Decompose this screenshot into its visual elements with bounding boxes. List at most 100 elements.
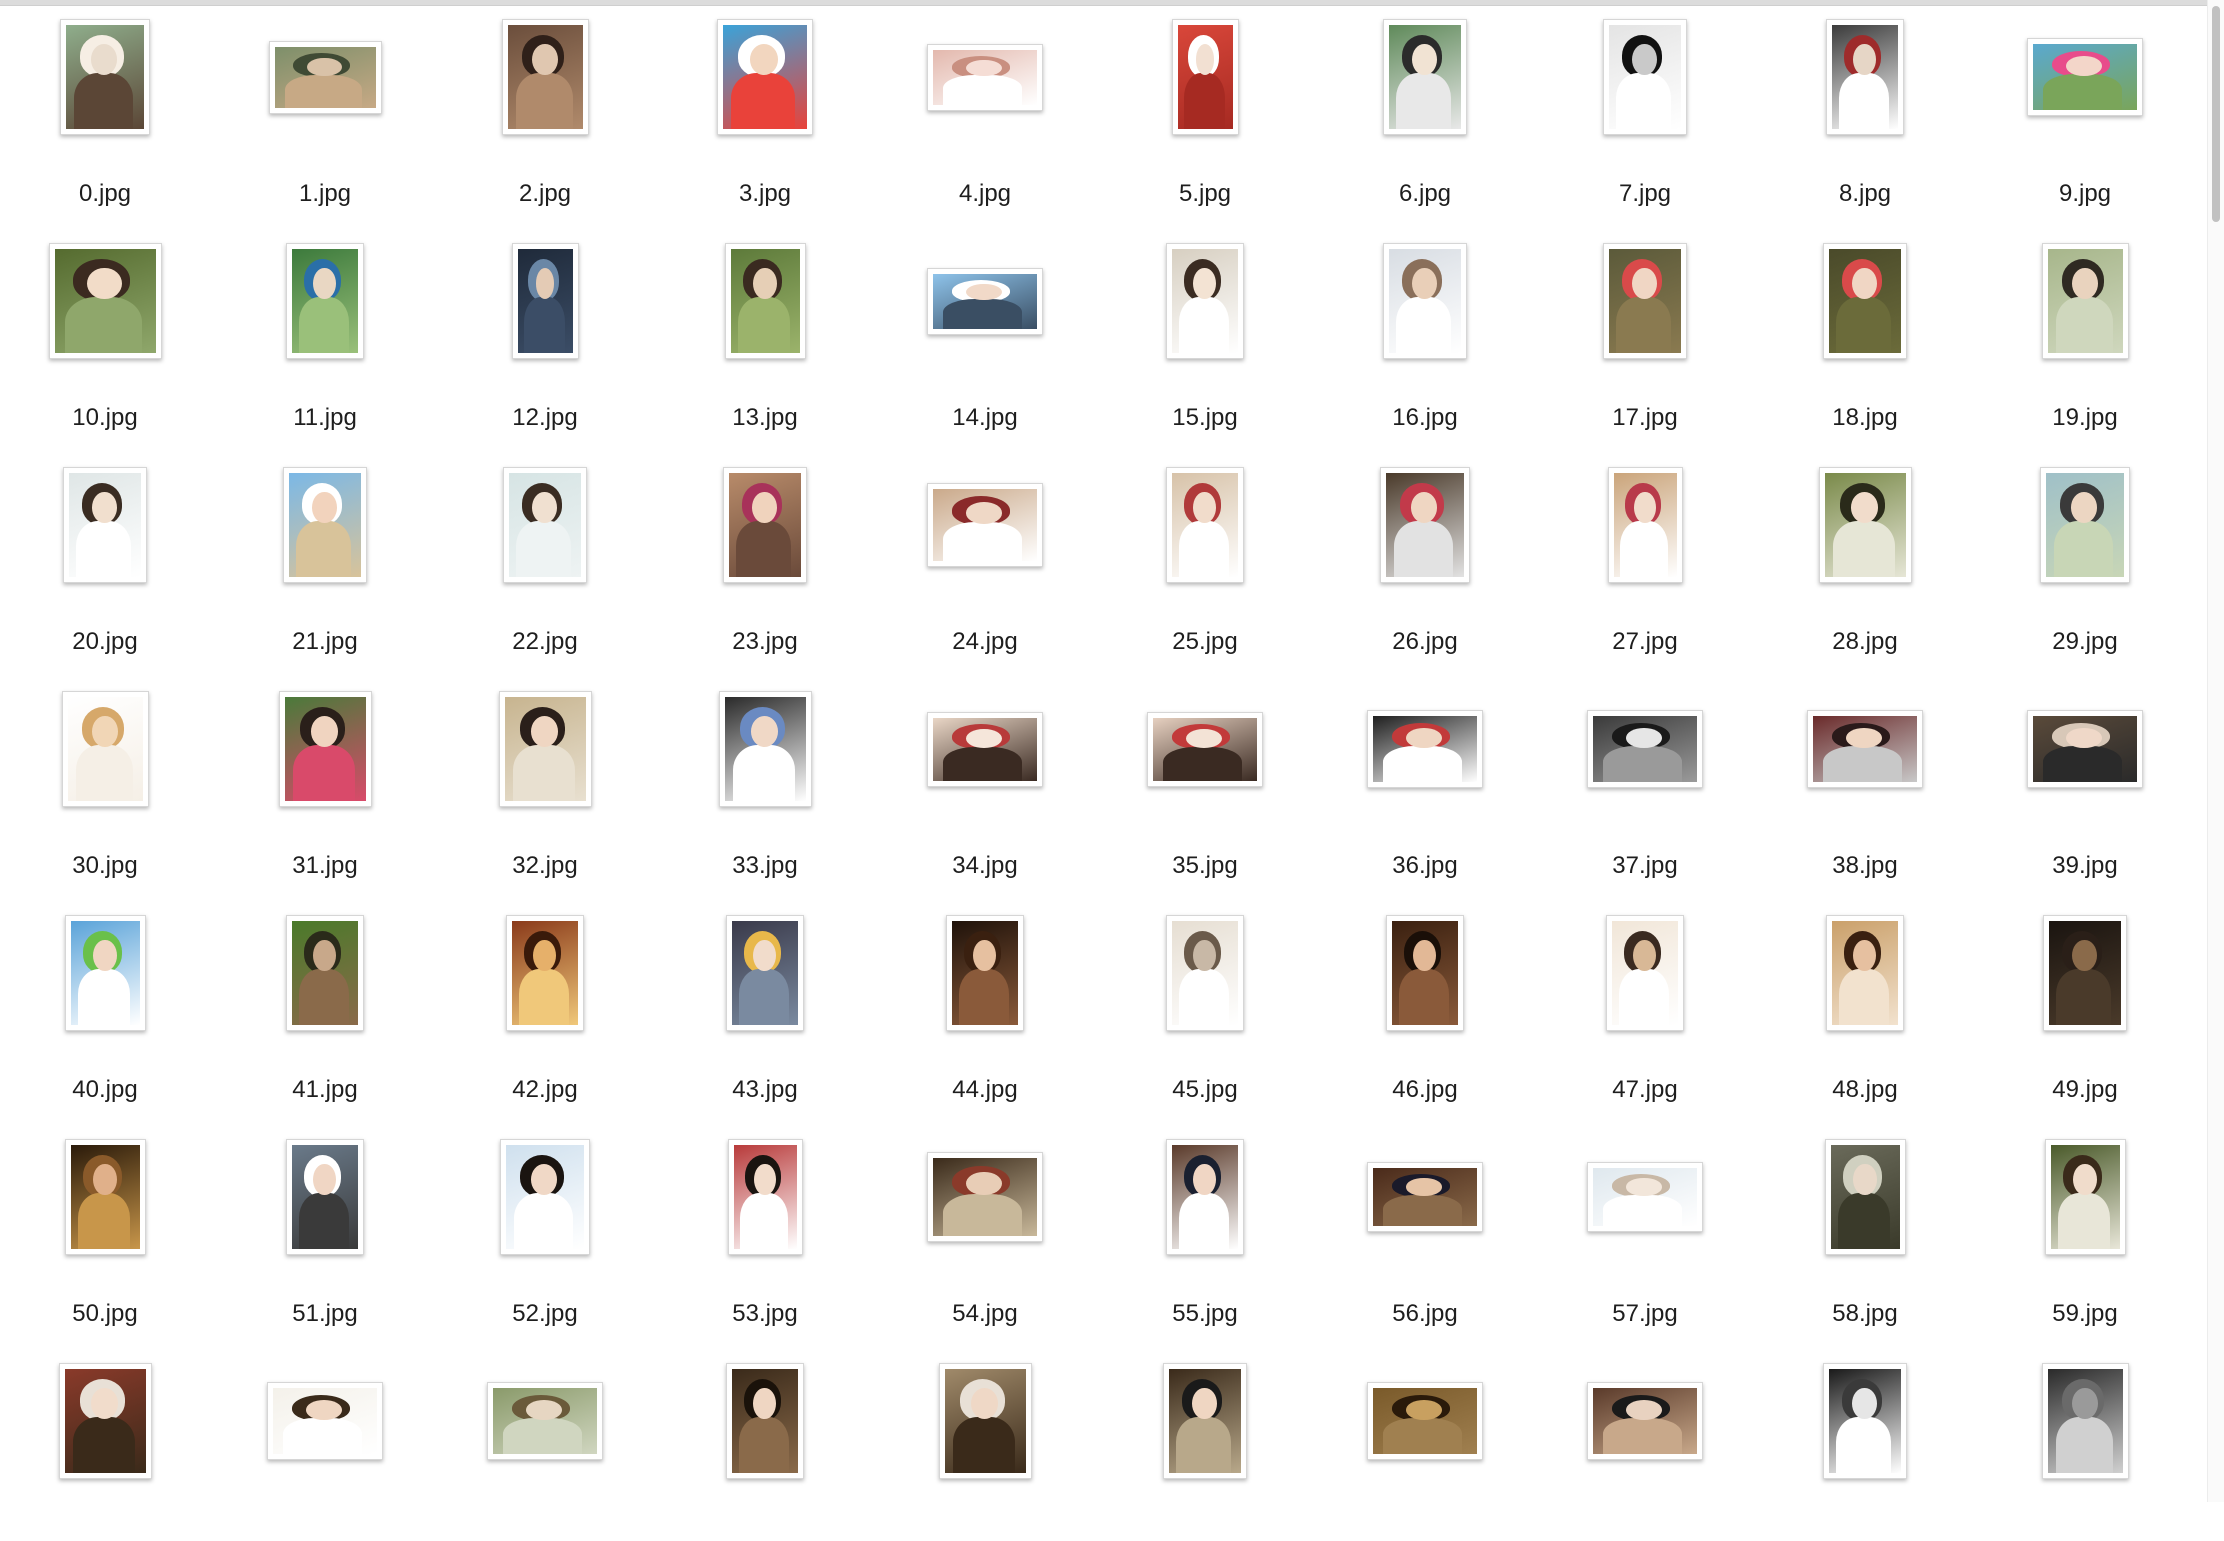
file-thumbnail[interactable] (1823, 1363, 1907, 1479)
file-thumbnail[interactable] (1603, 243, 1687, 359)
file-thumbnail[interactable] (1166, 1139, 1244, 1255)
file-item[interactable]: 6.jpg (1335, 17, 1515, 207)
file-item[interactable]: 3.jpg (675, 17, 855, 207)
file-item[interactable]: 15.jpg (1115, 241, 1295, 431)
file-thumbnail[interactable] (499, 691, 592, 807)
file-thumbnail[interactable] (726, 1363, 804, 1479)
file-thumbnail[interactable] (927, 483, 1043, 567)
file-item[interactable]: 52.jpg (455, 1137, 635, 1327)
file-thumbnail[interactable] (1823, 243, 1907, 359)
file-item[interactable]: 32.jpg (455, 689, 635, 879)
file-thumbnail[interactable] (939, 1363, 1032, 1479)
file-thumbnail[interactable] (506, 915, 584, 1031)
file-item[interactable]: 43.jpg (675, 913, 855, 1103)
file-thumbnail[interactable] (2040, 467, 2130, 583)
file-thumbnail[interactable] (1166, 243, 1244, 359)
file-item[interactable] (1555, 1361, 1735, 1541)
file-item[interactable]: 9.jpg (1995, 17, 2175, 207)
file-thumbnail[interactable] (1383, 19, 1467, 135)
file-item[interactable]: 34.jpg (895, 689, 1075, 879)
file-item[interactable]: 46.jpg (1335, 913, 1515, 1103)
file-item[interactable]: 53.jpg (675, 1137, 855, 1327)
file-item[interactable]: 21.jpg (235, 465, 415, 655)
file-thumbnail[interactable] (1587, 710, 1703, 788)
file-thumbnail[interactable] (725, 243, 806, 359)
file-thumbnail[interactable] (1383, 243, 1467, 359)
file-thumbnail[interactable] (927, 44, 1043, 111)
file-thumbnail[interactable] (726, 915, 804, 1031)
file-item[interactable]: 10.jpg (15, 241, 195, 431)
file-thumbnail[interactable] (1603, 19, 1687, 135)
file-thumbnail[interactable] (2027, 710, 2143, 788)
vertical-scrollbar[interactable] (2207, 0, 2224, 1502)
file-item[interactable]: 24.jpg (895, 465, 1075, 655)
file-thumbnail[interactable] (286, 243, 364, 359)
file-thumbnail[interactable] (1608, 467, 1683, 583)
file-item[interactable]: 51.jpg (235, 1137, 415, 1327)
file-thumbnail[interactable] (927, 712, 1043, 787)
file-thumbnail[interactable] (1166, 467, 1244, 583)
file-item[interactable] (1115, 1361, 1295, 1541)
file-item[interactable]: 36.jpg (1335, 689, 1515, 879)
file-item[interactable]: 29.jpg (1995, 465, 2175, 655)
file-thumbnail[interactable] (1367, 710, 1483, 788)
file-thumbnail[interactable] (1826, 19, 1904, 135)
file-thumbnail[interactable] (927, 1152, 1043, 1242)
file-thumbnail[interactable] (286, 915, 364, 1031)
file-thumbnail[interactable] (2045, 1139, 2126, 1255)
file-thumbnail[interactable] (2042, 243, 2129, 359)
file-thumbnail[interactable] (1367, 1382, 1483, 1460)
file-thumbnail[interactable] (487, 1382, 603, 1460)
file-thumbnail[interactable] (512, 243, 579, 359)
file-item[interactable]: 37.jpg (1555, 689, 1735, 879)
file-item[interactable] (455, 1361, 635, 1541)
file-item[interactable]: 22.jpg (455, 465, 635, 655)
file-item[interactable] (895, 1361, 1075, 1541)
file-thumbnail[interactable] (717, 19, 813, 135)
scrollbar-thumb[interactable] (2212, 6, 2220, 222)
file-thumbnail[interactable] (728, 1139, 803, 1255)
file-item[interactable]: 41.jpg (235, 913, 415, 1103)
file-item[interactable] (1995, 1361, 2175, 1541)
file-item[interactable]: 19.jpg (1995, 241, 2175, 431)
file-item[interactable]: 18.jpg (1775, 241, 1955, 431)
file-thumbnail[interactable] (1826, 915, 1904, 1031)
file-thumbnail[interactable] (1606, 915, 1684, 1031)
file-item[interactable]: 16.jpg (1335, 241, 1515, 431)
file-thumbnail[interactable] (719, 691, 812, 807)
file-item[interactable]: 55.jpg (1115, 1137, 1295, 1327)
file-thumbnail[interactable] (269, 41, 382, 114)
file-item[interactable]: 54.jpg (895, 1137, 1075, 1327)
file-thumbnail[interactable] (1587, 1162, 1703, 1232)
file-thumbnail[interactable] (1163, 1363, 1247, 1479)
file-thumbnail[interactable] (1819, 467, 1912, 583)
file-item[interactable]: 20.jpg (15, 465, 195, 655)
file-item[interactable]: 13.jpg (675, 241, 855, 431)
file-thumbnail[interactable] (2043, 915, 2127, 1031)
file-thumbnail[interactable] (1380, 467, 1470, 583)
file-thumbnail[interactable] (283, 467, 367, 583)
file-item[interactable]: 38.jpg (1775, 689, 1955, 879)
file-item[interactable] (235, 1361, 415, 1541)
file-thumbnail[interactable] (503, 467, 587, 583)
file-thumbnail[interactable] (62, 691, 149, 807)
file-item[interactable]: 35.jpg (1115, 689, 1295, 879)
file-item[interactable]: 27.jpg (1555, 465, 1735, 655)
file-thumbnail[interactable] (1172, 19, 1239, 135)
file-thumbnail[interactable] (2027, 38, 2143, 116)
file-item[interactable]: 58.jpg (1775, 1137, 1955, 1327)
file-item[interactable]: 11.jpg (235, 241, 415, 431)
file-item[interactable]: 26.jpg (1335, 465, 1515, 655)
file-thumbnail[interactable] (60, 19, 150, 135)
file-item[interactable]: 0.jpg (15, 17, 195, 207)
file-thumbnail[interactable] (65, 1139, 146, 1255)
file-item[interactable]: 2.jpg (455, 17, 635, 207)
file-item[interactable]: 5.jpg (1115, 17, 1295, 207)
file-thumbnail[interactable] (1367, 1162, 1483, 1232)
file-thumbnail[interactable] (49, 243, 162, 359)
file-thumbnail[interactable] (1166, 915, 1244, 1031)
file-item[interactable] (1775, 1361, 1955, 1541)
file-thumbnail[interactable] (1386, 915, 1464, 1031)
file-item[interactable]: 23.jpg (675, 465, 855, 655)
file-item[interactable]: 31.jpg (235, 689, 415, 879)
